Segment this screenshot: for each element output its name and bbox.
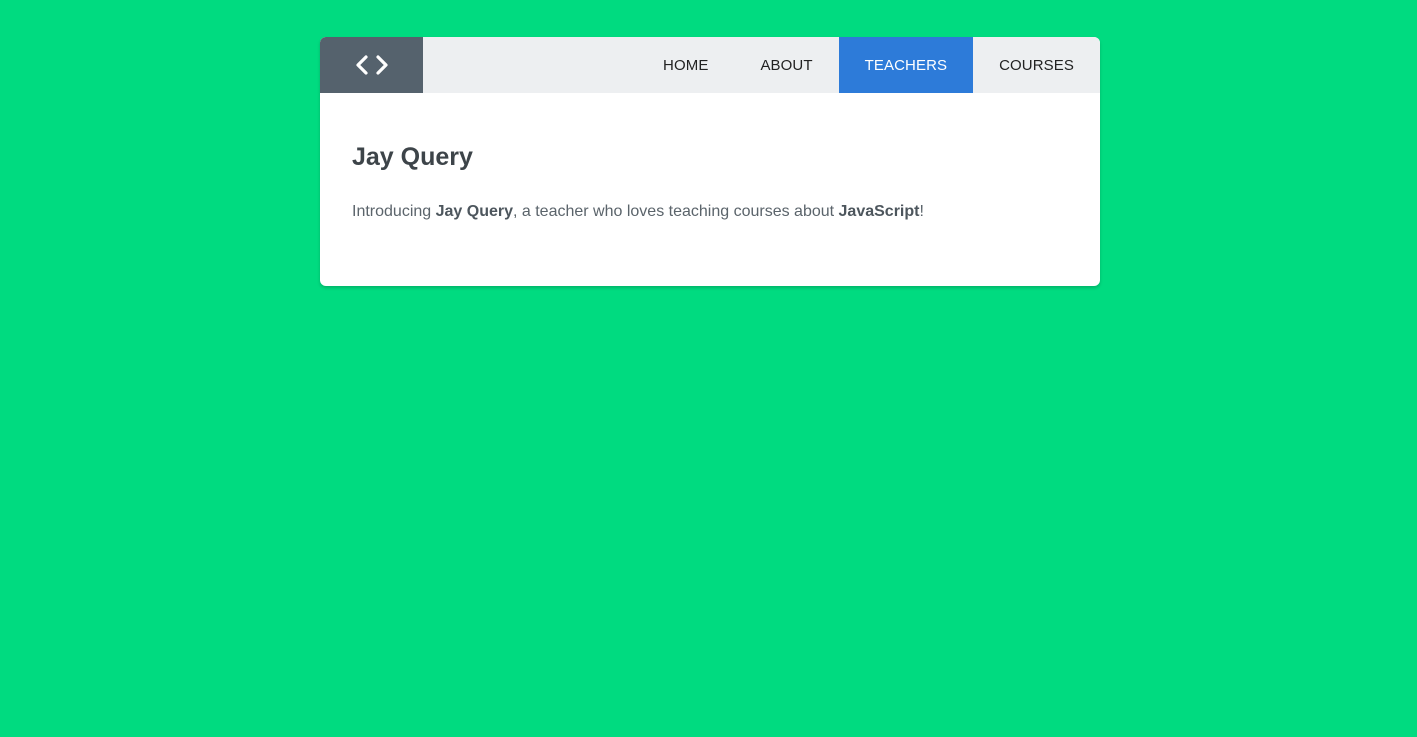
nav-item-home: HOME (637, 37, 734, 93)
main-card: HOME ABOUT TEACHERS COURSES Jay Query In… (320, 37, 1100, 286)
intro-topic: JavaScript (838, 203, 920, 220)
navbar: HOME ABOUT TEACHERS COURSES (320, 37, 1100, 93)
navbar-spacer (423, 37, 637, 93)
intro-prefix: Introducing (352, 203, 436, 220)
teacher-intro-text: Introducing Jay Query, a teacher who lov… (352, 201, 1068, 223)
nav-item-courses: COURSES (973, 37, 1100, 93)
nav-link-about[interactable]: ABOUT (734, 37, 838, 93)
code-brackets-icon (355, 55, 388, 75)
nav-link-teachers[interactable]: TEACHERS (838, 37, 974, 93)
teacher-name-heading: Jay Query (352, 143, 473, 171)
nav-link-courses[interactable]: COURSES (973, 37, 1100, 93)
intro-teacher-name: Jay Query (435, 203, 513, 220)
logo-link[interactable] (320, 37, 423, 93)
teacher-content: Jay Query Introducing Jay Query, a teach… (320, 93, 1100, 223)
nav-item-teachers: TEACHERS (838, 37, 974, 93)
intro-middle: , a teacher who loves teaching courses a… (513, 203, 839, 220)
nav-menu: HOME ABOUT TEACHERS COURSES (637, 37, 1100, 93)
intro-suffix: ! (919, 203, 924, 220)
nav-item-about: ABOUT (734, 37, 838, 93)
nav-link-home[interactable]: HOME (637, 37, 734, 93)
